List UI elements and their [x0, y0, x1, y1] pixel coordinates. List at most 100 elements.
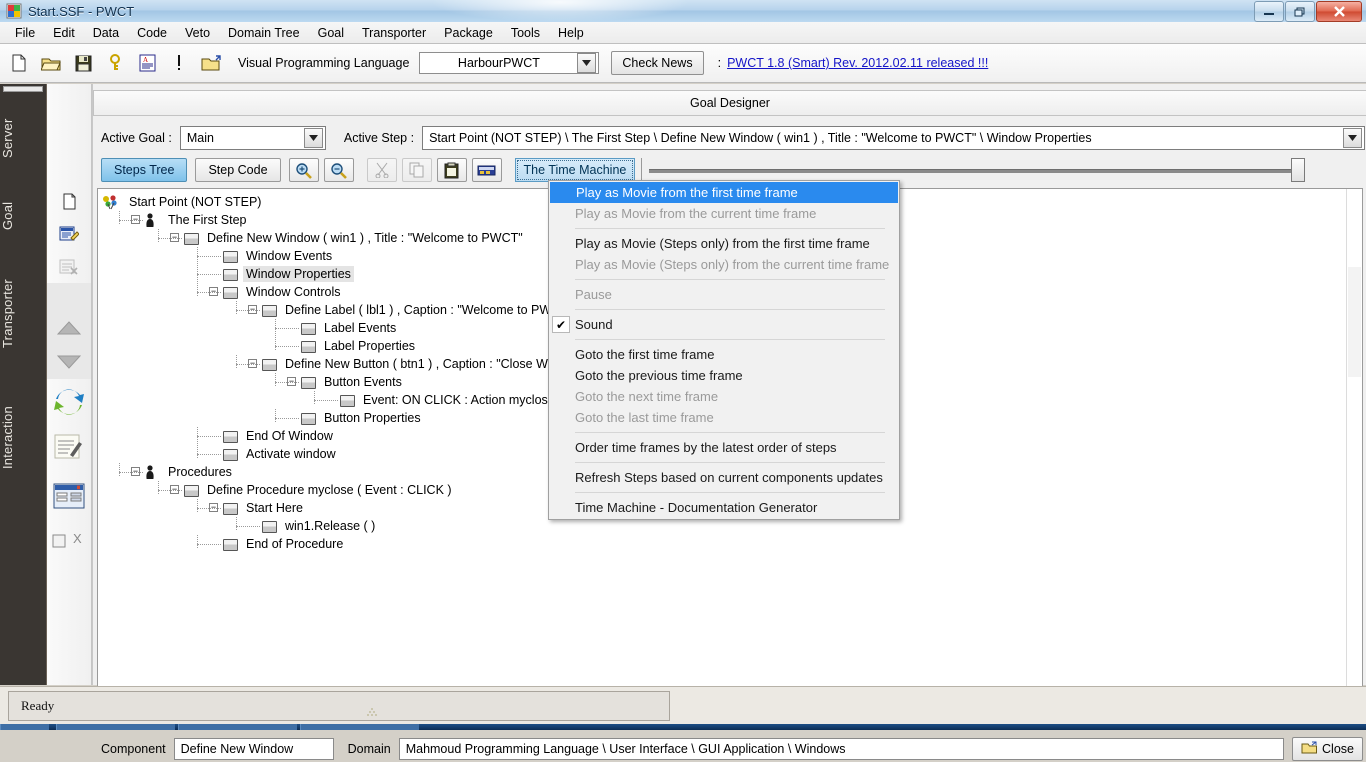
tree-node-label: Procedures	[168, 465, 232, 479]
restore-button[interactable]	[1285, 1, 1315, 22]
domain-value[interactable]: Mahmoud Programming Language \ User Inte…	[398, 738, 1285, 760]
menu-item[interactable]: Order time frames by the latest order of…	[549, 437, 899, 458]
chevron-down-icon[interactable]	[1343, 128, 1362, 148]
zoom-in-icon[interactable]	[288, 158, 319, 182]
chevron-down-icon[interactable]	[303, 128, 323, 148]
tree-connector-vertical	[236, 301, 237, 314]
taskbar-item-3[interactable]	[300, 724, 419, 730]
trackbar-thumb[interactable]	[1291, 158, 1305, 182]
menu-package[interactable]: Package	[435, 23, 502, 43]
tree-node-label: Window Controls	[246, 285, 341, 299]
paste-icon[interactable]	[436, 158, 467, 182]
edit-form-icon[interactable]	[47, 217, 91, 251]
tree-node-label: End Of Window	[246, 429, 333, 443]
menu-domain-tree[interactable]: Domain Tree	[219, 23, 309, 43]
window-controls	[1253, 1, 1362, 22]
find-icon[interactable]	[471, 158, 502, 182]
tree-node-label: The First Step	[168, 213, 247, 227]
key-icon[interactable]	[102, 50, 128, 76]
tree-vertical-scrollbar[interactable]	[1346, 189, 1362, 727]
window-form-icon[interactable]	[47, 476, 91, 516]
taskbar-item-2[interactable]	[178, 724, 297, 730]
step-box-icon	[223, 269, 238, 281]
close-button[interactable]	[1316, 1, 1362, 22]
main-toolbar: A Visual Programming Language HarbourPWC…	[0, 44, 1366, 83]
menu-goal[interactable]: Goal	[309, 23, 353, 43]
open-folder-up-icon[interactable]	[198, 50, 224, 76]
menu-help[interactable]: Help	[549, 23, 593, 43]
tab-step-code[interactable]: Step Code	[195, 158, 281, 182]
menu-item: Pause	[549, 284, 899, 305]
component-value[interactable]: Define New Window	[173, 738, 334, 760]
new-page-icon[interactable]	[47, 184, 91, 218]
tree-connector	[197, 508, 221, 509]
menu-file[interactable]: File	[6, 23, 44, 43]
taskbar	[0, 724, 1366, 730]
check-news-button[interactable]: Check News	[611, 51, 704, 75]
news-link[interactable]: PWCT 1.8 (Smart) Rev. 2012.02.11 release…	[727, 56, 988, 70]
sidebar-tab-transporter[interactable]: Transporter	[0, 254, 46, 374]
active-goal-value: Main	[186, 131, 214, 145]
notes-icon[interactable]	[47, 427, 91, 467]
goal-person-icon	[145, 465, 155, 479]
tree-node-label: Define New Window ( win1 ) , Title : "We…	[207, 231, 523, 245]
chevron-down-icon[interactable]	[577, 53, 597, 73]
menu-item-label: Goto the next time frame	[575, 389, 719, 404]
menu-item[interactable]: Play as Movie from the first time frame	[550, 182, 898, 203]
time-machine-button[interactable]: The Time Machine	[514, 158, 636, 182]
designer-title: Goal Designer	[93, 90, 1366, 116]
document-properties-icon[interactable]: A	[134, 50, 160, 76]
language-combo-value: HarbourPWCT	[457, 56, 540, 70]
tree-connector	[197, 256, 221, 257]
sidebar-tab-goal[interactable]: Goal	[0, 184, 46, 248]
menu-edit[interactable]: Edit	[44, 23, 84, 43]
menu-code[interactable]: Code	[128, 23, 176, 43]
language-combo[interactable]: HarbourPWCT	[419, 52, 600, 74]
menu-tools[interactable]: Tools	[502, 23, 549, 43]
close-button-label: Close	[1322, 742, 1354, 756]
active-step-combo[interactable]: Start Point (NOT STEP) \ The First Step …	[422, 126, 1365, 150]
close-designer-button[interactable]: Close	[1292, 737, 1363, 761]
menu-data[interactable]: Data	[84, 23, 128, 43]
tree-node[interactable]: End of Procedure	[98, 535, 1346, 553]
menu-item-label: Goto the first time frame	[575, 347, 715, 362]
sidebar-tab-interaction[interactable]: Interaction	[0, 380, 46, 496]
tree-node-label: Label Events	[324, 321, 397, 335]
menu-item: Play as Movie (Steps only) from the curr…	[549, 254, 899, 275]
menu-item[interactable]: Goto the first time frame	[549, 344, 899, 365]
menu-transporter[interactable]: Transporter	[353, 23, 435, 43]
tree-node-label: Define Label ( lbl1 ) , Caption : "Welco…	[285, 303, 573, 317]
menu-separator	[575, 339, 885, 340]
open-folder-icon[interactable]	[38, 50, 64, 76]
menu-veto[interactable]: Veto	[176, 23, 219, 43]
time-machine-context-menu[interactable]: Play as Movie from the first time frame P…	[548, 180, 900, 520]
taskbar-item-1[interactable]	[56, 724, 175, 730]
tab-steps-tree[interactable]: Steps Tree	[101, 158, 188, 182]
tree-connector-vertical	[275, 373, 276, 386]
step-box-icon	[223, 539, 238, 551]
tree-scrollbar-thumb[interactable]	[1348, 267, 1361, 377]
menu-item[interactable]: Goto the previous time frame	[549, 365, 899, 386]
step-box-icon	[262, 305, 277, 317]
move-up-icon[interactable]	[47, 311, 91, 345]
menu-item-label: Time Machine - Documentation Generator	[575, 500, 818, 515]
menu-item[interactable]: ✔ Sound	[549, 314, 899, 335]
move-down-icon[interactable]	[47, 345, 91, 379]
taskbar-start-button[interactable]	[0, 724, 49, 730]
exclamation-icon[interactable]	[166, 50, 192, 76]
sidebar-tab-server[interactable]: Server	[0, 98, 46, 178]
zoom-out-icon[interactable]	[323, 158, 354, 182]
active-goal-combo[interactable]: Main	[179, 126, 326, 150]
close-x-icon[interactable]: X	[47, 524, 91, 558]
save-icon[interactable]	[70, 50, 96, 76]
active-step-label: Active Step :	[343, 131, 415, 145]
step-box-icon	[262, 359, 277, 371]
minimize-button[interactable]	[1254, 1, 1284, 22]
zoom-trackbar[interactable]	[641, 158, 1305, 182]
menu-item[interactable]: Time Machine - Documentation Generator	[549, 497, 899, 518]
menu-item[interactable]: Play as Movie (Steps only) from the firs…	[549, 233, 899, 254]
status-text: Ready	[21, 698, 55, 713]
new-file-icon[interactable]	[6, 50, 32, 76]
menu-item[interactable]: Refresh Steps based on current component…	[549, 467, 899, 488]
refresh-icon[interactable]	[47, 381, 91, 423]
